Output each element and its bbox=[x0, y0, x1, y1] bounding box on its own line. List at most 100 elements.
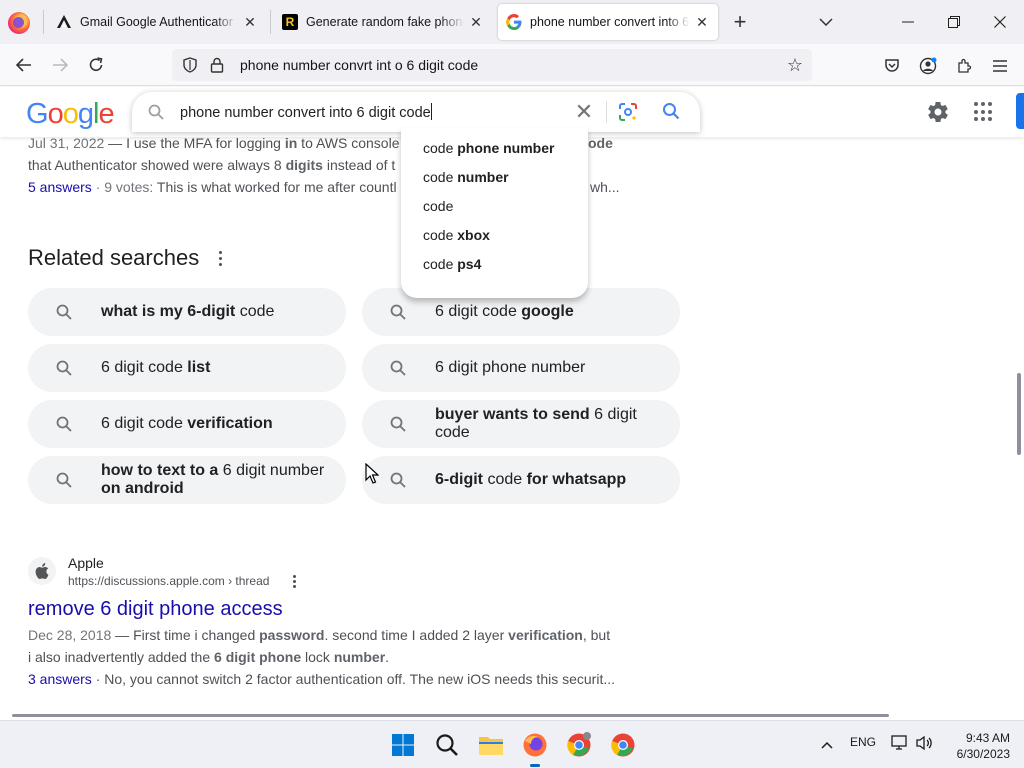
suggestion-item[interactable]: code phone number bbox=[401, 134, 588, 163]
related-search-chip[interactable]: how to text to a 6 digit number on andro… bbox=[28, 456, 346, 504]
snippet-text: to AWS console bbox=[297, 137, 400, 151]
browser-tab-strip: Gmail Google Authenticator & ✕ R Generat… bbox=[0, 0, 1024, 44]
tab-separator bbox=[270, 10, 271, 34]
related-search-chip[interactable]: 6-digit code for whatsapp bbox=[362, 456, 680, 504]
answers-link[interactable]: 3 answers bbox=[28, 671, 92, 687]
text-caret bbox=[430, 103, 432, 120]
result-title-link[interactable]: remove 6 digit phone access bbox=[28, 598, 283, 621]
search-icon bbox=[390, 416, 406, 437]
snippet-text: — First time i changed bbox=[111, 627, 260, 643]
bookmark-star-icon[interactable]: ☆ bbox=[784, 54, 806, 76]
chip-label: how to text to a 6 digit number on andro… bbox=[101, 462, 326, 498]
settings-gear-icon[interactable] bbox=[926, 100, 950, 129]
hamburger-menu-icon[interactable] bbox=[990, 56, 1010, 76]
file-explorer-icon[interactable] bbox=[476, 730, 506, 760]
chip-text-bold: google bbox=[521, 303, 574, 320]
close-window-icon[interactable] bbox=[986, 8, 1014, 36]
chrome-profile-icon[interactable] bbox=[564, 730, 594, 760]
answers-link[interactable]: 5 answers bbox=[28, 179, 92, 195]
search-icon bbox=[390, 472, 406, 493]
close-tab-icon[interactable]: ✕ bbox=[468, 14, 484, 30]
result-snippet-line: i also inadvertently added the 6 digit p… bbox=[28, 649, 389, 665]
suggestion-base: code bbox=[423, 198, 454, 214]
suggestion-item[interactable]: code bbox=[401, 192, 588, 221]
votes-count: · 9 votes: bbox=[91, 179, 157, 195]
google-lens-icon[interactable] bbox=[618, 102, 638, 127]
url-text[interactable]: phone number convrt int o 6 digit code bbox=[240, 57, 478, 73]
chip-text: 6 digit code bbox=[435, 303, 522, 320]
search-submit-icon[interactable] bbox=[662, 102, 680, 125]
close-tab-icon[interactable]: ✕ bbox=[242, 14, 258, 30]
chip-text: 6 digit number bbox=[218, 462, 325, 479]
result-more-options-icon[interactable] bbox=[290, 573, 298, 589]
input-language-indicator[interactable]: ENG bbox=[850, 735, 876, 749]
new-tab-button[interactable]: + bbox=[728, 9, 752, 34]
system-clock[interactable]: 9:43 AM 6/30/2023 bbox=[944, 730, 1010, 762]
pocket-icon[interactable] bbox=[882, 56, 902, 76]
search-icon bbox=[56, 304, 72, 325]
suggestion-completion: phone number bbox=[457, 140, 555, 156]
close-tab-icon[interactable]: ✕ bbox=[694, 14, 710, 30]
chip-text: code bbox=[235, 303, 275, 320]
search-icon bbox=[390, 360, 406, 381]
search-input[interactable]: phone number convert into 6 digit code bbox=[180, 103, 432, 121]
vertical-scrollbar[interactable] bbox=[1017, 373, 1021, 455]
list-all-tabs-icon[interactable] bbox=[816, 12, 836, 32]
suggestion-item[interactable]: code number bbox=[401, 163, 588, 192]
address-bar[interactable]: phone number convrt int o 6 digit code ☆ bbox=[172, 49, 812, 81]
clear-search-icon[interactable]: ✕ bbox=[574, 99, 594, 124]
clock-date: 6/30/2023 bbox=[956, 747, 1010, 761]
search-box[interactable]: phone number convert into 6 digit code ✕ bbox=[132, 92, 700, 132]
tab-google-search[interactable]: phone number convert into 6 d ✕ bbox=[498, 4, 718, 40]
snippet-highlight: ode bbox=[588, 137, 613, 151]
windows-start-icon[interactable] bbox=[388, 730, 418, 760]
chip-text: 6 digit code bbox=[101, 359, 188, 376]
related-search-chip[interactable]: buyer wants to send 6 digit code bbox=[362, 400, 680, 448]
show-hidden-icons-chevron[interactable] bbox=[812, 730, 842, 760]
tab-gmail-authenticator[interactable]: Gmail Google Authenticator & ✕ bbox=[48, 4, 266, 40]
google-g-icon bbox=[506, 14, 522, 30]
tab-title: Generate random fake phone n bbox=[306, 15, 464, 29]
minimize-window-icon[interactable] bbox=[894, 8, 922, 36]
tab-fake-phone-generator[interactable]: R Generate random fake phone n ✕ bbox=[274, 4, 492, 40]
google-apps-grid-icon[interactable] bbox=[974, 102, 994, 122]
reload-icon[interactable] bbox=[82, 51, 110, 79]
restore-window-icon[interactable] bbox=[940, 8, 968, 36]
search-icon bbox=[148, 104, 164, 125]
logo-letter: o bbox=[62, 98, 79, 130]
extensions-puzzle-icon[interactable] bbox=[954, 56, 974, 76]
suggestion-item[interactable]: code ps4 bbox=[401, 250, 588, 279]
result-site-name[interactable]: Apple bbox=[68, 555, 104, 571]
suggestion-item[interactable]: code xbox bbox=[401, 221, 588, 250]
chip-text-bold: for whatsapp bbox=[526, 471, 627, 488]
suggestion-base: code bbox=[423, 227, 458, 243]
taskbar-search-icon[interactable] bbox=[432, 730, 462, 760]
related-search-chip[interactable]: what is my 6-digit code bbox=[28, 288, 346, 336]
back-arrow-icon[interactable] bbox=[10, 51, 38, 79]
snippet-text: lock bbox=[301, 649, 334, 665]
tracking-protection-shield-icon[interactable] bbox=[182, 57, 198, 73]
chrome-icon[interactable] bbox=[608, 730, 638, 760]
firefox-menu-icon[interactable] bbox=[8, 12, 30, 34]
related-search-chip[interactable]: 6 digit phone number bbox=[362, 344, 680, 392]
chip-text-bold: 6-digit bbox=[435, 471, 483, 488]
network-monitor-icon[interactable] bbox=[888, 731, 912, 755]
horizontal-scrollbar[interactable] bbox=[12, 714, 889, 717]
account-avatar-icon[interactable] bbox=[918, 56, 938, 76]
result-url[interactable]: https://discussions.apple.com › thread bbox=[68, 574, 269, 588]
volume-speaker-icon[interactable] bbox=[912, 731, 936, 755]
snippet-text: that Authenticator showed were always 8 bbox=[28, 157, 286, 173]
logo-letter: g bbox=[77, 98, 94, 130]
firefox-taskbar-icon[interactable] bbox=[520, 730, 550, 767]
chip-label: 6 digit code google bbox=[435, 303, 660, 321]
more-options-icon[interactable] bbox=[212, 247, 228, 269]
related-search-chip[interactable]: 6 digit code list bbox=[28, 344, 346, 392]
chip-text-bold: list bbox=[187, 359, 211, 376]
related-search-chip[interactable]: 6 digit code verification bbox=[28, 400, 346, 448]
logo-letter: o bbox=[47, 98, 64, 130]
google-logo[interactable]: Google bbox=[26, 98, 115, 131]
suggestion-base: code bbox=[423, 169, 458, 185]
lock-icon[interactable] bbox=[210, 57, 224, 73]
sign-in-button[interactable] bbox=[1016, 93, 1024, 129]
forward-arrow-icon[interactable] bbox=[46, 51, 74, 79]
